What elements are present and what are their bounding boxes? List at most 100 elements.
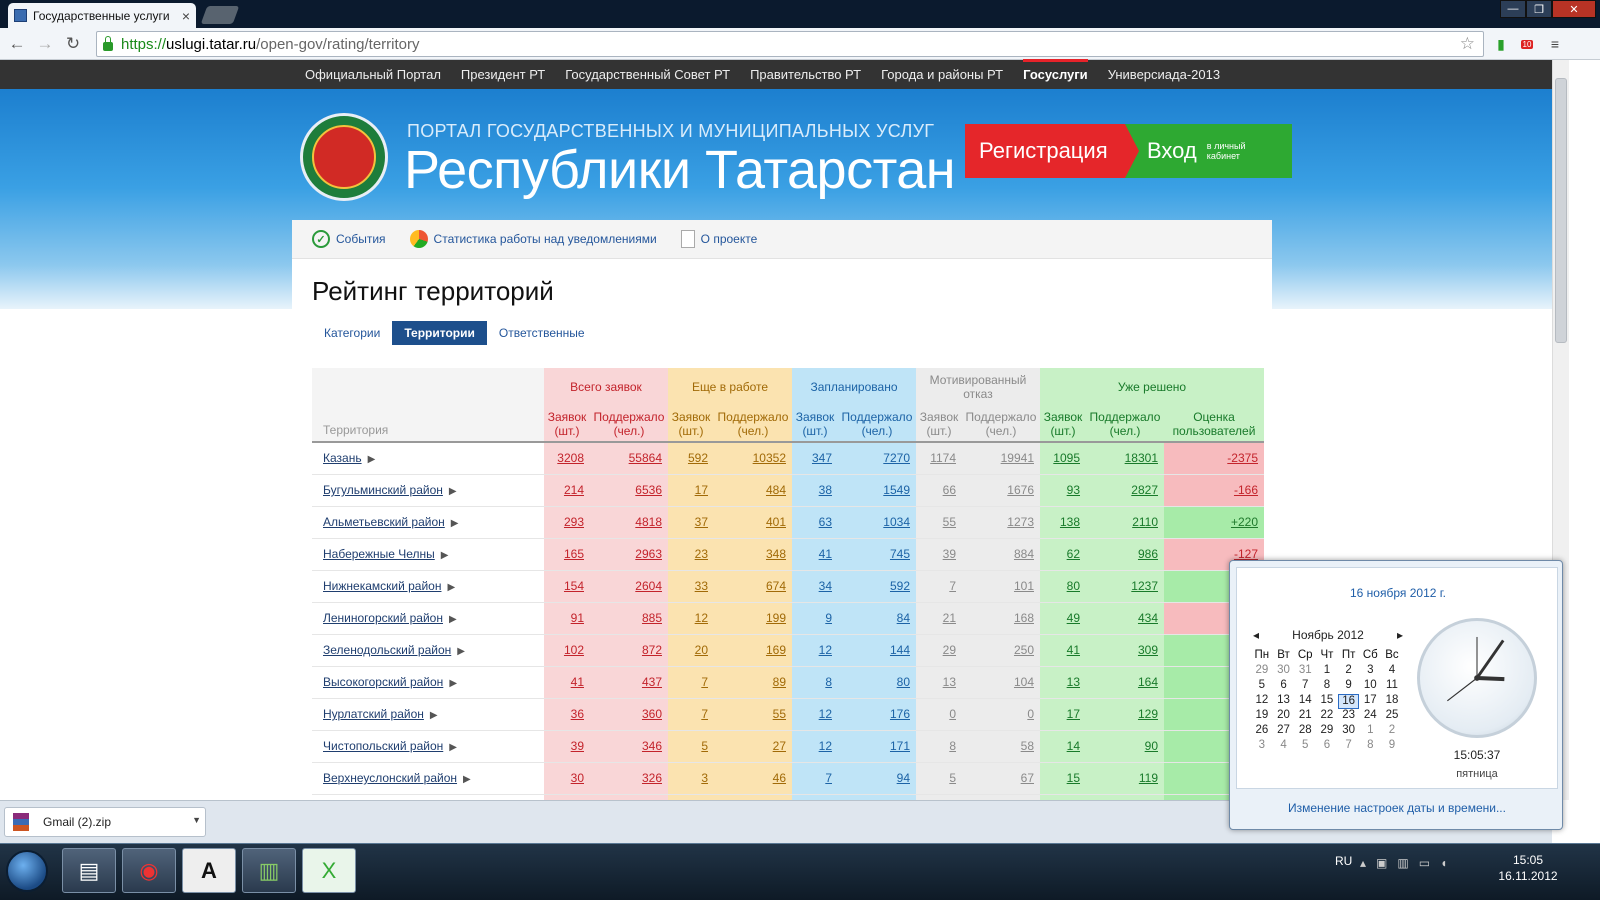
value-link[interactable]: 18301 bbox=[1125, 451, 1158, 465]
calendar-day[interactable]: 2 bbox=[1381, 724, 1403, 739]
value-link[interactable]: 8 bbox=[825, 675, 832, 689]
territory-link[interactable]: Альметьевский район bbox=[323, 515, 445, 529]
prev-month-icon[interactable]: ◂ bbox=[1253, 628, 1259, 642]
calendar-day[interactable]: 21 bbox=[1294, 709, 1316, 724]
value-link[interactable]: 84 bbox=[897, 611, 910, 625]
value-link[interactable]: 55864 bbox=[629, 451, 662, 465]
topmenu-item[interactable]: Государственный Совет РТ bbox=[565, 67, 730, 82]
value-link[interactable]: 12 bbox=[819, 739, 832, 753]
calendar-day[interactable]: 15 bbox=[1316, 694, 1338, 709]
value-link[interactable]: 17 bbox=[1067, 707, 1080, 721]
calendar-day[interactable]: 27 bbox=[1273, 724, 1295, 739]
value-link[interactable]: 9 bbox=[825, 611, 832, 625]
calendar-day[interactable]: 29 bbox=[1316, 724, 1338, 739]
value-link[interactable]: 7270 bbox=[883, 451, 910, 465]
value-link[interactable]: 10352 bbox=[753, 451, 786, 465]
tray-clock[interactable]: 15:05 16.11.2012 bbox=[1488, 852, 1568, 884]
value-link[interactable]: 484 bbox=[766, 483, 786, 497]
network-icon[interactable]: ▣ bbox=[1376, 856, 1387, 870]
register-button[interactable]: Регистрация bbox=[965, 124, 1125, 178]
calendar-day[interactable]: 8 bbox=[1359, 739, 1381, 754]
value-link[interactable]: 34 bbox=[819, 579, 832, 593]
value-link[interactable]: 7 bbox=[701, 707, 708, 721]
calendar-day[interactable]: 6 bbox=[1316, 739, 1338, 754]
calendar-day[interactable]: 9 bbox=[1338, 679, 1360, 694]
value-link[interactable]: 90 bbox=[1145, 739, 1158, 753]
value-link[interactable]: 55 bbox=[773, 707, 786, 721]
value-link[interactable]: 7 bbox=[825, 771, 832, 785]
value-link[interactable]: 7 bbox=[701, 675, 708, 689]
expand-arrow-icon[interactable]: ▶ bbox=[457, 646, 465, 657]
value-link[interactable]: 745 bbox=[890, 547, 910, 561]
close-window-button[interactable]: ✕ bbox=[1552, 0, 1596, 18]
back-icon[interactable]: ← bbox=[6, 33, 28, 55]
value-link[interactable]: 3 bbox=[701, 771, 708, 785]
expand-arrow-icon[interactable]: ▶ bbox=[451, 518, 459, 529]
value-link[interactable]: 17 bbox=[695, 483, 708, 497]
calendar-day[interactable]: 5 bbox=[1251, 679, 1273, 694]
value-link[interactable]: 1174 bbox=[930, 451, 956, 465]
calendar-day[interactable]: 6 bbox=[1273, 679, 1295, 694]
topmenu-item[interactable]: Города и районы РТ bbox=[881, 67, 1003, 82]
calendar-day[interactable]: 10 bbox=[1359, 679, 1381, 694]
value-link[interactable]: 12 bbox=[695, 611, 708, 625]
score-link[interactable]: +220 bbox=[1231, 515, 1258, 529]
value-link[interactable]: 66 bbox=[943, 483, 956, 497]
value-link[interactable]: 37 bbox=[695, 515, 708, 529]
calendar-day[interactable]: 23 bbox=[1338, 709, 1360, 724]
calendar-day[interactable]: 19 bbox=[1251, 709, 1273, 724]
value-link[interactable]: 2110 bbox=[1132, 515, 1158, 529]
excel-taskbar-icon[interactable]: X bbox=[302, 848, 356, 893]
value-link[interactable]: 168 bbox=[1014, 611, 1034, 625]
expand-arrow-icon[interactable]: ▶ bbox=[368, 454, 376, 465]
value-link[interactable]: 21 bbox=[943, 611, 956, 625]
value-link[interactable]: 7 bbox=[949, 579, 956, 593]
calendar-day[interactable]: 18 bbox=[1381, 694, 1403, 709]
forward-icon[interactable]: → bbox=[34, 33, 56, 55]
value-link[interactable]: 348 bbox=[766, 547, 786, 561]
score-link[interactable]: -127 bbox=[1234, 547, 1258, 561]
value-link[interactable]: 2963 bbox=[635, 547, 662, 561]
expand-arrow-icon[interactable]: ▶ bbox=[430, 710, 438, 721]
topmenu-item[interactable]: Универсиада-2013 bbox=[1108, 67, 1220, 82]
value-link[interactable]: 49 bbox=[1067, 611, 1080, 625]
value-link[interactable]: 176 bbox=[890, 707, 910, 721]
value-link[interactable]: 4818 bbox=[635, 515, 662, 529]
value-link[interactable]: 14 bbox=[1067, 739, 1080, 753]
score-link[interactable]: -2375 bbox=[1227, 451, 1258, 465]
value-link[interactable]: 293 bbox=[564, 515, 584, 529]
value-link[interactable]: 30 bbox=[571, 771, 584, 785]
value-link[interactable]: 89 bbox=[773, 675, 786, 689]
value-link[interactable]: 39 bbox=[571, 739, 584, 753]
value-link[interactable]: 401 bbox=[766, 515, 786, 529]
value-link[interactable]: 39 bbox=[943, 547, 956, 561]
calendar-day[interactable]: 3 bbox=[1359, 664, 1381, 679]
calendar-day[interactable]: 4 bbox=[1273, 739, 1295, 754]
value-link[interactable]: 102 bbox=[564, 643, 584, 657]
rating-tab[interactable]: Категории bbox=[312, 321, 392, 345]
territory-link[interactable]: Казань bbox=[323, 451, 362, 465]
language-indicator[interactable]: RU bbox=[1335, 854, 1352, 868]
value-link[interactable]: 41 bbox=[1067, 643, 1080, 657]
calendar-day[interactable]: 7 bbox=[1338, 739, 1360, 754]
value-link[interactable]: 41 bbox=[819, 547, 832, 561]
value-link[interactable]: 15 bbox=[1067, 771, 1080, 785]
value-link[interactable]: 67 bbox=[1021, 771, 1034, 785]
value-link[interactable]: 19941 bbox=[1001, 451, 1034, 465]
calendar-day[interactable]: 31 bbox=[1294, 664, 1316, 679]
value-link[interactable]: 674 bbox=[766, 579, 786, 593]
expand-arrow-icon[interactable]: ▶ bbox=[447, 582, 455, 593]
calendar-day[interactable]: 11 bbox=[1381, 679, 1403, 694]
calendar-day[interactable]: 8 bbox=[1316, 679, 1338, 694]
value-link[interactable]: 885 bbox=[642, 611, 662, 625]
value-link[interactable]: 36 bbox=[571, 707, 584, 721]
maximize-button[interactable]: ❐ bbox=[1526, 0, 1552, 18]
value-link[interactable]: 347 bbox=[812, 451, 832, 465]
power-icon[interactable]: ▥ bbox=[1397, 856, 1408, 870]
explorer-taskbar-icon[interactable]: ▤ bbox=[62, 848, 116, 893]
calendar-day[interactable]: 1 bbox=[1359, 724, 1381, 739]
value-link[interactable]: 1273 bbox=[1007, 515, 1034, 529]
value-link[interactable]: 94 bbox=[897, 771, 910, 785]
calendar-day[interactable]: 30 bbox=[1338, 724, 1360, 739]
subnav-about[interactable]: О проекте bbox=[680, 230, 757, 248]
